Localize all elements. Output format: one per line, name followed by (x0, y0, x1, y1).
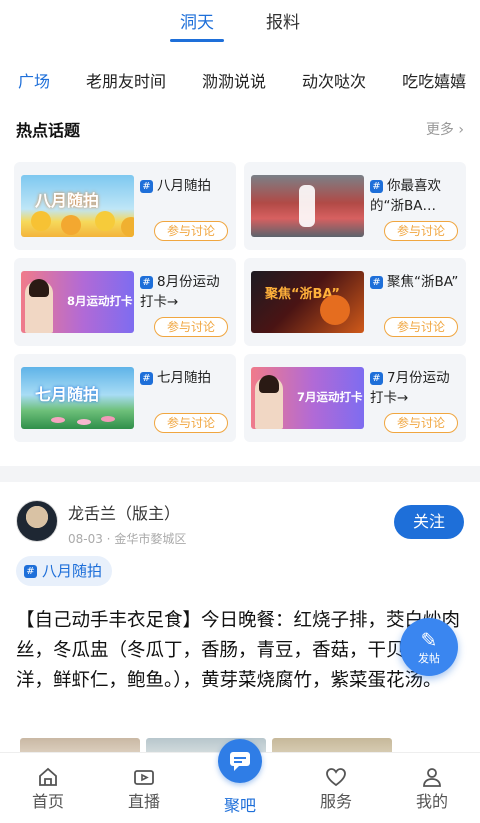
topic-title[interactable]: #7月份运动打卡→ (370, 368, 462, 408)
hashtag-icon: # (370, 276, 383, 289)
follow-button[interactable]: 关注 (394, 505, 464, 539)
nav-label: 我的 (415, 792, 448, 811)
topic-title[interactable]: # 八月随拍 (140, 176, 232, 196)
top-tab-bar: 洞天 报料 (0, 0, 480, 44)
join-discussion-button[interactable]: 参与讨论 (384, 221, 458, 241)
live-icon (134, 770, 154, 785)
tab-baoliao[interactable]: 报料 (266, 0, 300, 44)
topic-thumbnail: 7月运动打卡 (251, 367, 364, 429)
hashtag-icon: # (370, 372, 383, 385)
avatar[interactable] (16, 500, 58, 542)
nav-juba[interactable]: 聚吧 (200, 739, 280, 823)
create-post-label: 发帖 (418, 652, 440, 665)
thumbnail-text: 七月随拍 (35, 385, 100, 404)
athlete-graphic (25, 279, 53, 333)
channel-tab-old-friends[interactable]: 老朋友时间 (86, 62, 166, 96)
topic-thumbnail: 聚焦“浙BA” (251, 271, 364, 333)
channel-tab-dance[interactable]: 动次哒次 (302, 62, 366, 96)
topic-title[interactable]: #8月份运动打卡→ (140, 272, 232, 312)
sunflower-graphic (31, 211, 51, 231)
channel-tab-food[interactable]: 吃吃嬉嬉 (402, 62, 466, 96)
home-icon (39, 767, 57, 786)
user-icon (423, 768, 441, 787)
chat-icon (218, 739, 262, 783)
nav-live[interactable]: 直播 (104, 753, 184, 823)
topic-card[interactable]: 聚焦“浙BA” # 聚焦“浙BA” 参与讨论 (244, 258, 466, 346)
post-topic-label: 八月随拍 (42, 562, 103, 580)
hashtag-icon: # (140, 276, 153, 289)
hashtag-icon: # (140, 180, 153, 193)
more-link[interactable]: 更多 › (426, 119, 464, 139)
topic-title[interactable]: # 聚焦“浙BA” (370, 272, 462, 292)
topic-card[interactable]: 8月运动打卡 #8月份运动打卡→ 参与讨论 (14, 258, 236, 346)
join-discussion-button[interactable]: 参与讨论 (154, 221, 228, 241)
topic-thumbnail: 七月随拍 (21, 367, 134, 429)
lotus-graphic (51, 417, 65, 423)
section-divider (0, 466, 480, 482)
join-discussion-button[interactable]: 参与讨论 (154, 317, 228, 337)
join-discussion-button[interactable]: 参与讨论 (384, 317, 458, 337)
hot-topics-title: 热点话题 (16, 121, 81, 140)
nav-label: 直播 (127, 792, 160, 811)
post-meta: 08-03 · 金华市婺城区 (68, 532, 187, 546)
basketball-player-graphic (299, 185, 315, 227)
nav-mine[interactable]: 我的 (392, 753, 472, 823)
topic-title[interactable]: # 七月随拍 (140, 368, 232, 388)
topic-card[interactable]: 八月随拍 # 八月随拍 参与讨论 (14, 162, 236, 250)
topic-title[interactable]: # 你最喜欢的“浙BA… (370, 176, 462, 216)
hashtag-icon: # (140, 372, 153, 385)
hashtag-icon: # (370, 180, 383, 193)
heart-icon (326, 768, 346, 787)
thumbnail-text: 8月运动打卡 (67, 294, 133, 308)
channel-tab-guangchang[interactable]: 广场 (18, 62, 50, 96)
topic-thumbnail: 8月运动打卡 (21, 271, 134, 333)
author-name[interactable]: 龙舌兰（版主） (68, 500, 180, 524)
topic-thumbnail: 八月随拍 (21, 175, 134, 237)
thumbnail-text: 八月随拍 (35, 191, 100, 210)
athlete-graphic (255, 375, 283, 429)
pencil-icon: ✎ (420, 628, 438, 652)
topic-card[interactable]: # 你最喜欢的“浙BA… 参与讨论 (244, 162, 466, 250)
tab-dongtian[interactable]: 洞天 (170, 0, 224, 44)
join-discussion-button[interactable]: 参与讨论 (384, 413, 458, 433)
topic-thumbnail (251, 175, 364, 237)
channel-tab-chat[interactable]: 泐泐说说 (202, 62, 266, 96)
nav-label: 聚吧 (223, 796, 256, 815)
hashtag-icon: # (24, 564, 37, 578)
basketball-icon (320, 295, 350, 325)
topic-card[interactable]: 7月运动打卡 #7月份运动打卡→ 参与讨论 (244, 354, 466, 442)
post-body[interactable]: 【自己动手丰衣足食】今日晚餐：红烧子排，茭白炒肉丝，冬瓜盅（冬瓜丁，香肠，青豆，… (16, 606, 464, 696)
hot-topics-header: 热点话题 更多 › (16, 116, 464, 142)
nav-label: 服务 (319, 792, 352, 811)
create-post-button[interactable]: ✎ 发帖 (400, 618, 458, 676)
topic-card[interactable]: 七月随拍 # 七月随拍 参与讨论 (14, 354, 236, 442)
bottom-nav: 首页 直播 聚吧 服务 我的 (0, 739, 480, 823)
channel-tab-bar: 广场 老朋友时间 泐泐说说 动次哒次 吃吃嬉嬉 (0, 62, 480, 96)
nav-home[interactable]: 首页 (8, 753, 88, 823)
nav-label: 首页 (31, 792, 64, 811)
screen: 洞天 报料 广场 老朋友时间 泐泐说说 动次哒次 吃吃嬉嬉 热点话题 更多 › … (0, 0, 480, 823)
hot-topics-grid: 八月随拍 # 八月随拍 参与讨论 # 你最喜欢的“浙BA… 参与讨论 8月运动打卡 … (14, 162, 466, 442)
thumbnail-text: 7月运动打卡 (297, 390, 363, 404)
nav-service[interactable]: 服务 (296, 753, 376, 823)
join-discussion-button[interactable]: 参与讨论 (154, 413, 228, 433)
post-topic-chip[interactable]: # 八月随拍 (16, 556, 113, 586)
